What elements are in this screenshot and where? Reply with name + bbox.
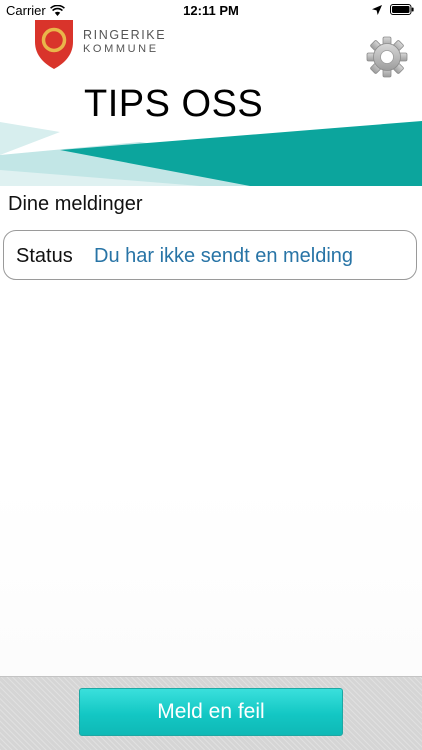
status-label: Status [16, 245, 73, 267]
status-right-icons [372, 4, 414, 15]
battery-icon [390, 4, 414, 15]
header-banner: RINGERIKE KOMMUNE TIPS OSS [0, 0, 422, 186]
page-title: TIPS OSS [84, 83, 264, 125]
message-status-card[interactable]: Status Du har ikke sendt en melding [3, 230, 417, 280]
report-issue-button[interactable]: Meld en feil [79, 688, 343, 736]
brand-line-1: RINGERIKE [83, 28, 167, 42]
messages-heading: Dine meldinger [8, 193, 143, 215]
status-value: Du har ikke sendt en melding [94, 245, 354, 267]
status-bar: Carrier 12:11 PM [0, 0, 422, 22]
brand-line-2: KOMMUNE [83, 43, 159, 55]
location-icon [372, 4, 382, 15]
crest-icon [35, 20, 73, 69]
settings-button[interactable] [366, 36, 408, 78]
brand-name: RINGERIKE KOMMUNE [83, 28, 166, 56]
app-screen: RINGERIKE KOMMUNE TIPS OSS Carrier 12:11… [0, 0, 422, 750]
bottom-bar: Meld en feil [0, 676, 422, 750]
clock: 12:11 PM [183, 3, 239, 18]
content-background [0, 484, 422, 676]
gear-icon [366, 36, 408, 78]
